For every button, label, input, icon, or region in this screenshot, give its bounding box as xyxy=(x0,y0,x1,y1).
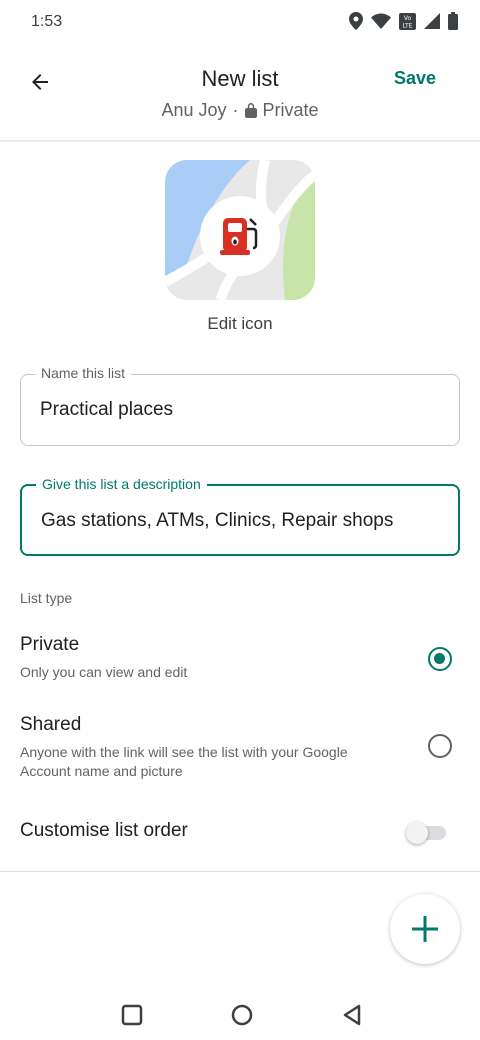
list-description-input[interactable]: Gas stations, ATMs, Clinics, Repair shop… xyxy=(41,510,393,532)
app-header: New list Anu Joy · Private Save xyxy=(0,46,480,142)
status-time: 1:53 xyxy=(31,13,63,30)
recents-button[interactable] xyxy=(117,1000,147,1030)
radio-selected-icon[interactable] xyxy=(428,647,452,671)
subtitle-separator: · xyxy=(232,100,239,120)
list-owner-subtitle: Anu Joy · Private xyxy=(0,100,480,121)
circle-icon xyxy=(231,1004,253,1026)
lock-icon xyxy=(244,103,257,118)
svg-text:LTE: LTE xyxy=(403,22,413,29)
square-icon xyxy=(121,1004,143,1026)
list-name-field[interactable]: Name this list Practical places xyxy=(20,365,460,446)
toggle-thumb xyxy=(406,822,428,844)
option-description: Anyone with the link will see the list w… xyxy=(20,744,348,779)
list-type-heading: List type xyxy=(20,590,73,606)
option-description: Only you can view and edit xyxy=(20,664,188,680)
list-name-input[interactable]: Practical places xyxy=(40,399,173,421)
option-title: Shared xyxy=(20,714,82,735)
visibility-label: Private xyxy=(262,100,319,120)
customise-order-toggle[interactable] xyxy=(406,822,446,844)
back-nav-button[interactable] xyxy=(337,1000,367,1030)
location-icon xyxy=(349,12,363,30)
customise-order-label: Customise list order xyxy=(20,820,188,841)
save-button[interactable]: Save xyxy=(394,68,436,89)
list-type-option-shared[interactable]: Shared Anyone with the link will see the… xyxy=(0,704,480,790)
battery-icon xyxy=(448,12,458,30)
option-title: Private xyxy=(20,634,80,655)
gas-station-icon xyxy=(220,218,258,255)
owner-name: Anu Joy xyxy=(161,100,227,120)
customise-order-row[interactable]: Customise list order xyxy=(0,806,480,872)
svg-text:Vo: Vo xyxy=(404,15,412,22)
wifi-icon xyxy=(371,13,391,29)
volte-icon: Vo LTE xyxy=(399,12,416,30)
add-place-button[interactable] xyxy=(390,894,460,964)
status-bar: 1:53 Vo LTE xyxy=(0,0,480,46)
list-description-field[interactable]: Give this list a description Gas station… xyxy=(20,476,460,556)
system-navigation-bar xyxy=(0,990,480,1040)
list-name-label: Name this list xyxy=(35,365,132,381)
radio-unselected-icon[interactable] xyxy=(428,734,452,758)
home-button[interactable] xyxy=(227,1000,257,1030)
list-icon-picker[interactable] xyxy=(165,160,315,300)
status-icons: Vo LTE xyxy=(349,12,458,30)
signal-icon xyxy=(424,13,440,29)
plus-icon xyxy=(412,916,438,942)
edit-icon-label[interactable]: Edit icon xyxy=(0,314,480,334)
list-type-option-private[interactable]: Private Only you can view and edit xyxy=(0,624,480,694)
triangle-back-icon xyxy=(343,1004,361,1026)
list-description-label: Give this list a description xyxy=(36,476,207,492)
